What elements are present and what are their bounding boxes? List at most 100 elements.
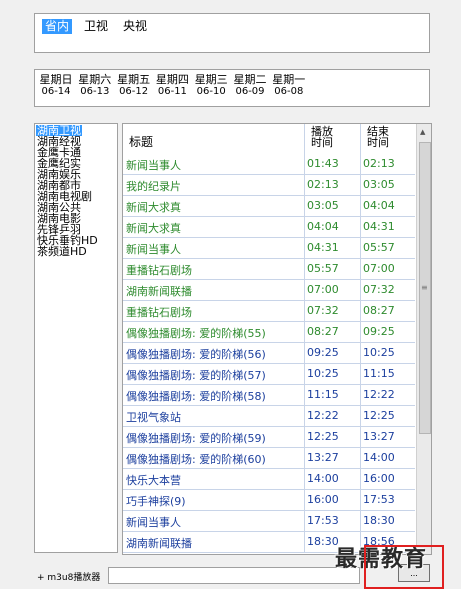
region-tab-2[interactable]: 央视 [120, 19, 150, 34]
scroll-up-icon[interactable]: ▲ [420, 128, 425, 136]
cell-end: 02:13 [363, 157, 395, 170]
table-row[interactable]: 新闻当事人 01:43 02:13 [123, 154, 415, 175]
day-tab-2[interactable]: 星期五 06-12 [115, 74, 153, 98]
cell-start: 03:05 [307, 199, 339, 212]
day-selector-panel: 星期日 06-14 星期六 06-13 星期五 06-12 星期四 06-11 星期三 06-10… [34, 69, 430, 107]
schedule-table: 标题 播放 时间 结束 时间 新闻当事人 01:43 02:13 我的纪录片 02:13 03… [122, 123, 432, 555]
cell-start: 18:30 [307, 535, 339, 548]
cell-end: 12:25 [363, 409, 395, 422]
region-tab-0[interactable]: 省内 [42, 19, 73, 34]
cell-start: 16:00 [307, 493, 339, 506]
channel-item[interactable]: 茶频道HD [36, 246, 88, 257]
cell-end: 07:32 [363, 283, 395, 296]
table-row[interactable]: 新闻大求真 03:05 04:04 [123, 196, 415, 217]
region-tab-1[interactable]: 卫视 [81, 19, 111, 34]
column-header-start-time[interactable]: 播放 时间 [307, 126, 337, 153]
table-row[interactable]: 偶像独播剧场: 爱的阶梯(58) 11:15 12:22 [123, 385, 415, 406]
cell-start: 10:25 [307, 367, 339, 380]
cell-end: 04:31 [363, 220, 395, 233]
cell-start: 12:22 [307, 409, 339, 422]
cell-title: 巧手神探(9) [126, 495, 186, 508]
cell-start: 04:31 [307, 241, 339, 254]
table-row[interactable]: 偶像独播剧场: 爱的阶梯(57) 10:25 11:15 [123, 364, 415, 385]
table-row[interactable]: 偶像独播剧场: 爱的阶梯(56) 09:25 10:25 [123, 343, 415, 364]
cell-start: 01:43 [307, 157, 339, 170]
cell-end: 08:27 [363, 304, 395, 317]
cell-start: 09:25 [307, 346, 339, 359]
table-row[interactable]: 偶像独播剧场: 爱的阶梯(55) 08:27 09:25 [123, 322, 415, 343]
cell-end: 05:57 [363, 241, 395, 254]
day-name: 星期五 [117, 73, 151, 86]
column-divider [360, 124, 361, 553]
scroll-thumb[interactable]: ≡ [419, 142, 431, 434]
cell-start: 17:53 [307, 514, 339, 527]
cell-start: 04:04 [307, 220, 339, 233]
cell-start: 08:27 [307, 325, 339, 338]
day-tab-6[interactable]: 星期一 06-08 [270, 74, 308, 98]
cell-title: 新闻当事人 [126, 159, 181, 172]
table-row[interactable]: 偶像独播剧场: 爱的阶梯(59) 12:25 13:27 [123, 427, 415, 448]
table-row[interactable]: 湖南新闻联播 07:00 07:32 [123, 280, 415, 301]
cell-title: 新闻大求真 [126, 222, 181, 235]
cell-start: 14:00 [307, 472, 339, 485]
day-tab-4[interactable]: 星期三 06-10 [192, 74, 230, 98]
cell-end: 10:25 [363, 346, 395, 359]
cell-title: 偶像独播剧场: 爱的阶梯(58) [126, 390, 266, 403]
scroll-grip-icon: ≡ [421, 283, 428, 292]
cell-title: 湖南新闻联播 [126, 285, 192, 298]
day-tab-3[interactable]: 星期四 06-11 [153, 74, 191, 98]
day-date: 06-12 [119, 86, 149, 97]
day-name: 星期六 [78, 73, 112, 86]
cell-end: 12:22 [363, 388, 395, 401]
cell-start: 07:00 [307, 283, 339, 296]
cell-title: 偶像独播剧场: 爱的阶梯(55) [126, 327, 266, 340]
channel-list[interactable]: 湖南卫视 湖南经视 金鹰卡通 金鹰纪实 湖南娱乐 湖南都市 湖南电视剧 湖南公共 湖南电影 先锋乒… [34, 123, 118, 553]
day-name: 星期四 [155, 73, 189, 86]
cell-end: 09:25 [363, 325, 395, 338]
cell-end: 13:27 [363, 430, 395, 443]
table-row[interactable]: 重播钻石剧场 07:32 08:27 [123, 301, 415, 322]
day-tab-5[interactable]: 星期二 06-09 [231, 74, 269, 98]
table-row[interactable]: 偶像独播剧场: 爱的阶梯(60) 13:27 14:00 [123, 448, 415, 469]
table-row[interactable]: 卫视气象站 12:22 12:25 [123, 406, 415, 427]
cell-title: 我的纪录片 [126, 180, 181, 193]
m3u8-player-path-input[interactable] [108, 567, 360, 584]
cell-title: 新闻大求真 [126, 201, 181, 214]
cell-end: 11:15 [363, 367, 395, 380]
day-tab-0[interactable]: 星期日 06-14 [37, 74, 75, 98]
cell-start: 07:32 [307, 304, 339, 317]
cell-end: 17:53 [363, 493, 395, 506]
column-header-end-time[interactable]: 结束 时间 [363, 126, 393, 153]
day-name: 星期一 [272, 73, 306, 86]
cell-end: 07:00 [363, 262, 395, 275]
table-row[interactable]: 我的纪录片 02:13 03:05 [123, 175, 415, 196]
cell-title: 偶像独播剧场: 爱的阶梯(59) [126, 432, 266, 445]
cell-title: 重播钻石剧场 [126, 264, 192, 277]
day-date: 06-10 [196, 86, 226, 97]
cell-end: 16:00 [363, 472, 395, 485]
table-row[interactable]: 巧手神探(9) 16:00 17:53 [123, 490, 415, 511]
table-row[interactable]: 新闻当事人 04:31 05:57 [123, 238, 415, 259]
cell-end: 04:04 [363, 199, 395, 212]
cell-title: 湖南新闻联播 [126, 537, 192, 550]
table-row[interactable]: 快乐大本营 14:00 16:00 [123, 469, 415, 490]
cell-end: 18:30 [363, 514, 395, 527]
day-tab-1[interactable]: 星期六 06-13 [76, 74, 114, 98]
m3u8-player-label: + m3u8播放器 [37, 573, 101, 583]
cell-start: 02:13 [307, 178, 339, 191]
day-date: 06-13 [80, 86, 110, 97]
day-date: 06-11 [157, 86, 187, 97]
schedule-scrollbar[interactable]: ▲ ≡ [416, 124, 431, 554]
table-row[interactable]: 重播钻石剧场 05:57 07:00 [123, 259, 415, 280]
cell-title: 快乐大本营 [126, 474, 181, 487]
day-name: 星期日 [39, 73, 73, 86]
watermark-logo: 最需教育 [335, 546, 428, 572]
region-tabs-panel: 省内 卫视 央视 [34, 13, 430, 53]
cell-end: 14:00 [363, 451, 395, 464]
cell-title: 重播钻石剧场 [126, 306, 192, 319]
table-row[interactable]: 新闻当事人 17:53 18:30 [123, 511, 415, 532]
cell-title: 偶像独播剧场: 爱的阶梯(57) [126, 369, 266, 382]
table-row[interactable]: 新闻大求真 04:04 04:31 [123, 217, 415, 238]
day-date: 06-09 [235, 86, 265, 97]
day-date: 06-14 [41, 86, 71, 97]
